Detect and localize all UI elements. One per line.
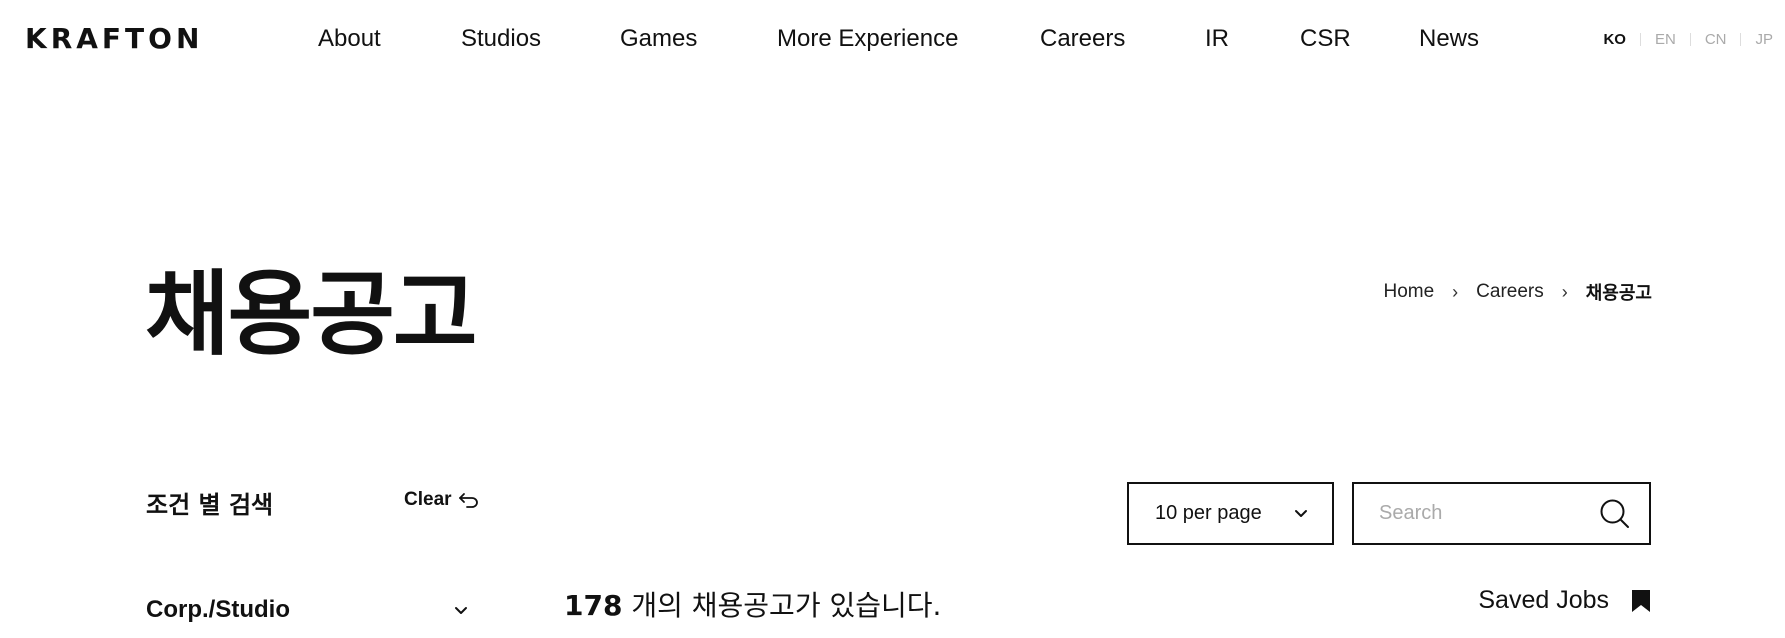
undo-icon [458,493,478,508]
breadcrumb-current: 채용공고 [1585,283,1652,303]
search-input[interactable] [1379,502,1579,525]
chevron-down-icon [455,606,467,614]
filter-title: 조건 별 검색 [146,491,274,519]
result-count-text: 개의 채용공고가 있습니다. [631,589,942,622]
filter-group-label: Corp./Studio [146,596,290,623]
search-icon[interactable] [1599,498,1631,530]
chevron-right-icon: › [1561,281,1568,302]
nav-item-csr[interactable]: CSR [1300,25,1351,53]
nav-item-news[interactable]: News [1419,25,1479,53]
nav-item-more-experience[interactable]: More Experience [777,25,958,53]
nav-item-about[interactable]: About [318,25,381,53]
nav-item-games[interactable]: Games [620,25,697,53]
site-header: KRAFTON About Studios Games More Experie… [0,0,1785,80]
filter-group-corp-studio[interactable]: Corp./Studio [146,596,468,624]
nav-item-studios[interactable]: Studios [461,25,541,53]
per-page-select[interactable]: 10 per page [1127,482,1334,545]
nav-item-ir[interactable]: IR [1205,25,1229,53]
chevron-down-icon [1295,510,1307,517]
page-title: 채용공고 [145,261,478,368]
lang-ko[interactable]: KO [1603,31,1626,48]
bookmark-icon [1632,589,1650,612]
breadcrumb: Home › Careers › 채용공고 [1383,279,1652,305]
breadcrumb-careers[interactable]: Careers [1476,281,1544,303]
language-switcher: KO EN CN JP [1603,31,1773,48]
nav-item-careers[interactable]: Careers [1040,25,1125,53]
breadcrumb-home[interactable]: Home [1383,281,1434,303]
saved-jobs-button[interactable]: Saved Jobs [1478,586,1651,615]
clear-label: Clear [404,489,452,510]
per-page-value: 10 per page [1155,502,1262,524]
lang-divider [1689,33,1691,46]
main-nav: About Studios Games More Experience Care… [0,25,1785,55]
chevron-right-icon: › [1452,281,1459,302]
result-count-number: 178 [564,589,623,622]
saved-jobs-label: Saved Jobs [1478,586,1609,614]
clear-filters-button[interactable]: Clear [404,489,480,511]
lang-jp[interactable]: JP [1755,31,1773,48]
search-box [1352,482,1651,545]
lang-divider [1639,33,1641,46]
lang-cn[interactable]: CN [1705,31,1727,48]
lang-divider [1740,33,1742,46]
result-count: 178 개의 채용공고가 있습니다. [564,584,941,624]
lang-en[interactable]: EN [1655,31,1676,48]
